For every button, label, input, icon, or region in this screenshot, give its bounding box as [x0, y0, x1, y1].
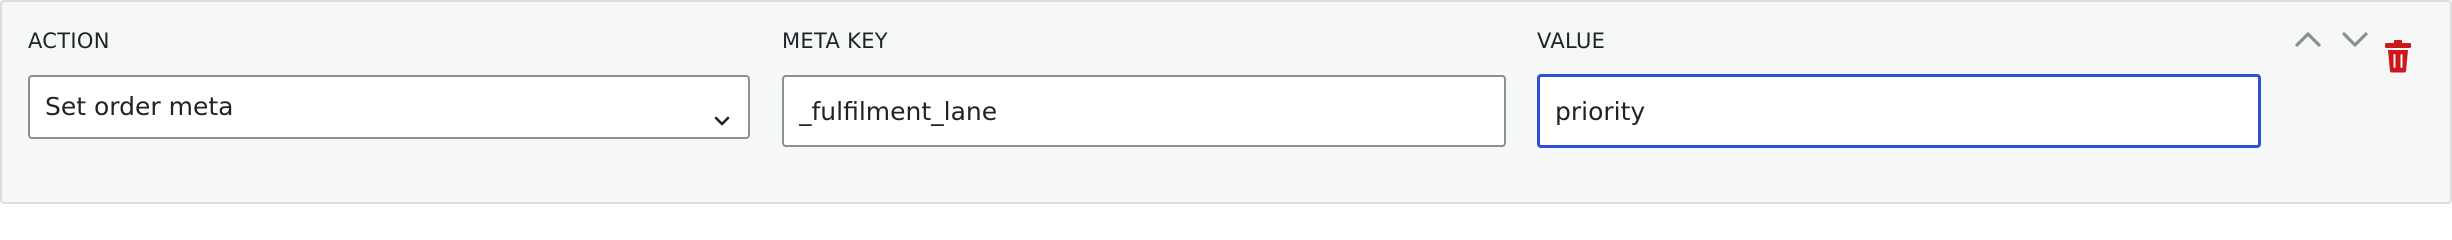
chevron-down-icon — [710, 95, 734, 126]
chevron-up-icon — [2292, 26, 2324, 52]
action-select[interactable]: Set order meta — [28, 75, 750, 139]
trash-icon — [2383, 39, 2413, 73]
action-select-value: Set order meta — [45, 92, 234, 121]
value-label: VALUE — [1537, 29, 1606, 53]
delete-button[interactable] — [2383, 39, 2413, 73]
meta-key-label: META KEY — [782, 29, 888, 53]
action-row-panel: ACTION META KEY VALUE Set order meta — [0, 0, 2452, 204]
move-up-button[interactable] — [2292, 26, 2324, 52]
chevron-down-icon — [2339, 26, 2371, 52]
action-label: ACTION — [28, 29, 110, 53]
meta-key-input[interactable] — [782, 75, 1506, 147]
value-input[interactable] — [1537, 74, 2261, 148]
move-down-button[interactable] — [2339, 26, 2371, 52]
